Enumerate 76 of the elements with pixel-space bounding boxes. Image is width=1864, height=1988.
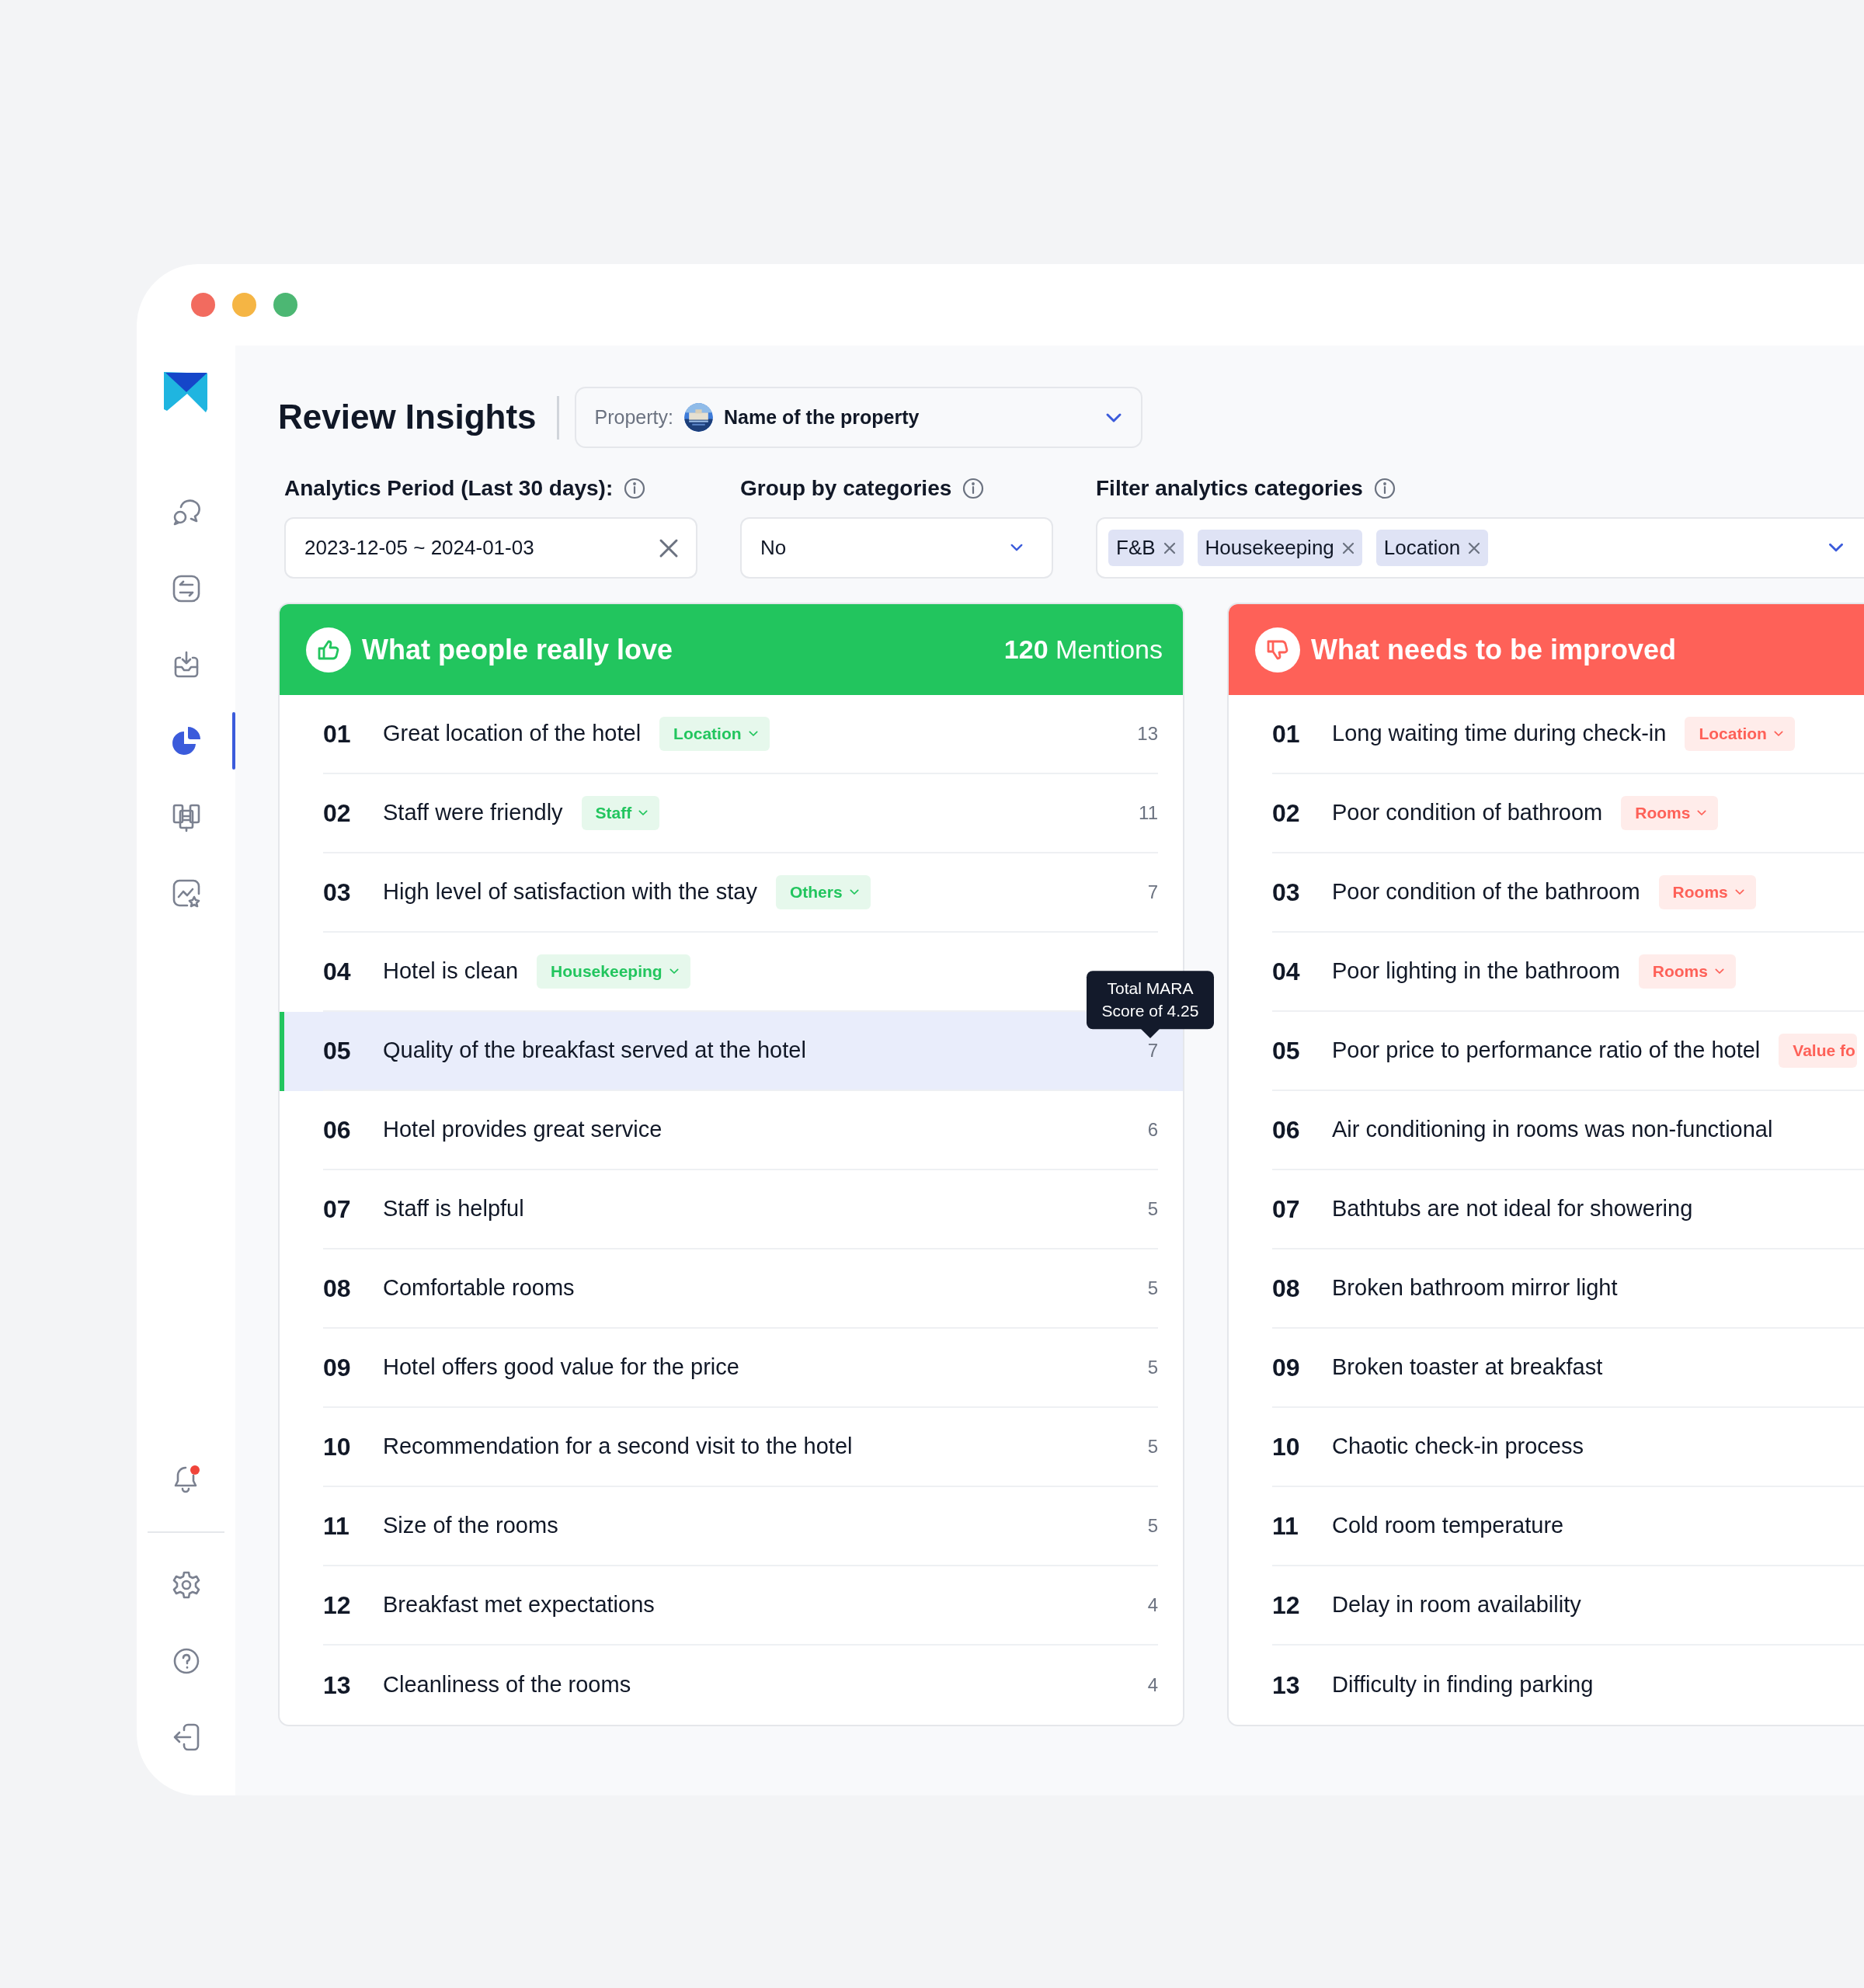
row-number: 05 [1272,1036,1301,1066]
row-number: 02 [323,798,352,829]
row-number: 06 [1272,1115,1301,1145]
row-number: 09 [323,1353,352,1383]
mention-count: 5 [1147,1356,1158,1379]
insight-text: Poor price to performance ratio of the hotel [1332,1037,1761,1065]
insight-text: Broken bathroom mirror light [1332,1274,1618,1302]
mention-count: 5 [1147,1514,1158,1538]
insight-text: Hotel provides great service [383,1116,662,1144]
row-number: 05 [323,1036,352,1066]
mention-count: 7 [1147,1039,1158,1062]
property-name: Name of the property [724,405,920,429]
row-number: 09 [1272,1353,1301,1383]
mention-count: 4 [1147,1594,1158,1617]
row-number: 04 [1272,957,1301,987]
insight-text: Bathtubs are not ideal for showering [1332,1195,1693,1223]
insight-text: Cleanliness of the rooms [383,1671,631,1699]
row-number: 13 [323,1670,352,1701]
row-number: 13 [1272,1670,1301,1701]
insight-text: Hotel is clean [383,958,519,985]
field-label: Analytics Period (Last 30 days): [284,475,614,502]
score-tooltip: Total MARA Score of 4.25 [1087,971,1214,1029]
mention-count: 13 [1137,722,1158,746]
insight-text: Great location of the hotel [383,720,642,748]
row-number: 02 [1272,798,1301,829]
row-number: 10 [1272,1432,1301,1462]
insight-text: Delay in room availability [1332,1591,1581,1619]
row-number: 12 [323,1590,352,1621]
property-label: Property: [594,405,673,429]
row-number: 12 [1272,1590,1301,1621]
insight-text: Air conditioning in rooms was non-functional [1332,1116,1773,1144]
row-number: 11 [1272,1511,1299,1541]
insight-text: Quality of the breakfast served at the hotel [383,1037,806,1065]
mention-count: 5 [1147,1197,1158,1221]
field-label: Group by categories [740,475,952,502]
mentions-count: 120 Mentions [1003,634,1163,666]
row-number: 10 [323,1432,352,1462]
row-number: 01 [323,719,352,749]
insight-text: Staff were friendly [383,799,563,827]
row-number: 08 [1272,1274,1301,1304]
insight-text: Long waiting time during check-in [1332,720,1667,748]
insight-text: Poor lighting in the bathroom [1332,958,1620,985]
insight-text: Recommendation for a second visit to the hotel [383,1433,853,1461]
insight-text: Poor condition of the bathroom [1332,878,1640,906]
insight-text: Broken toaster at breakfast [1332,1354,1603,1382]
date-range-value: 2023-12-05 ~ 2024-01-03 [304,535,534,561]
row-number: 08 [323,1274,352,1304]
select-value: No [760,535,787,561]
row-number: 03 [1272,878,1301,908]
mention-count: 5 [1147,1277,1158,1300]
insight-text: Chaotic check-in process [1332,1433,1584,1461]
insight-text: Size of the rooms [383,1512,558,1540]
insight-text: Hotel offers good value for the price [383,1354,739,1382]
row-number: 04 [323,957,352,987]
mention-count: 7 [1147,881,1158,904]
insight-text: Difficulty in finding parking [1332,1671,1594,1699]
page-title: Review Insights [278,397,537,438]
field-label: Filter analytics categories [1096,475,1363,502]
insight-text: Breakfast met expectations [383,1591,655,1619]
panel-title: What needs to be improved [1311,632,1678,667]
row-number: 01 [1272,719,1301,749]
mention-count: 5 [1147,1435,1158,1458]
row-number: 07 [323,1194,352,1225]
insight-text: Staff is helpful [383,1195,524,1223]
insight-text: Comfortable rooms [383,1274,575,1302]
row-number: 11 [323,1511,350,1541]
mention-count: 4 [1147,1673,1158,1697]
insight-text: High level of satisfaction with the stay [383,878,757,906]
row-number: 06 [323,1115,352,1145]
row-number: 03 [323,878,352,908]
panel-title: What people really love [362,632,674,667]
insight-text: Cold room temperature [1332,1512,1564,1540]
mention-count: 11 [1139,801,1158,825]
row-number: 07 [1272,1194,1301,1225]
mention-count: 6 [1147,1118,1158,1142]
insight-text: Poor condition of bathroom [1332,799,1603,827]
